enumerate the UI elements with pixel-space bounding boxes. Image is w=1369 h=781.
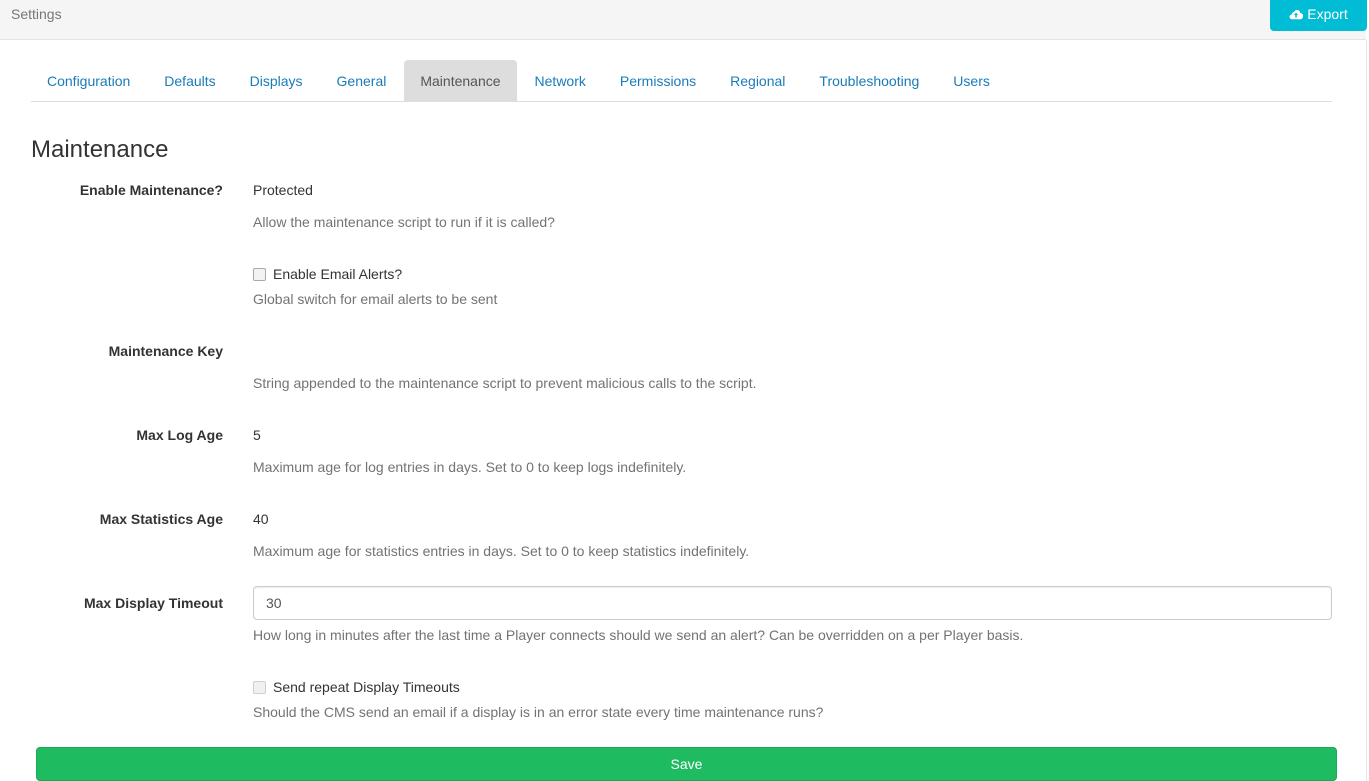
enable-maintenance-value: Protected (253, 182, 313, 198)
enable-maintenance-label: Enable Maintenance? (79, 182, 223, 198)
section-title: Maintenance (31, 136, 169, 163)
email-alerts-checkbox[interactable] (253, 267, 266, 281)
maintenance-key-help: String appended to the maintenance scrip… (253, 375, 757, 391)
max-log-age-label: Max Log Age (136, 427, 223, 443)
cloud-upload-icon (1289, 9, 1304, 19)
max-display-timeout-help: How long in minutes after the last time … (253, 627, 1024, 643)
export-button[interactable]: Export (1270, 0, 1367, 31)
tab-general[interactable]: General (321, 60, 403, 101)
tab-defaults[interactable]: Defaults (148, 60, 231, 101)
max-display-timeout-input[interactable] (253, 586, 1332, 620)
repeat-timeouts-help: Should the CMS send an email if a displa… (253, 704, 824, 720)
tab-permissions[interactable]: Permissions (604, 60, 712, 101)
tab-users[interactable]: Users (937, 60, 1006, 101)
max-log-age-help: Maximum age for log entries in days. Set… (253, 459, 687, 475)
email-alerts-help: Global switch for email alerts to be sen… (253, 291, 498, 307)
tab-regional[interactable]: Regional (714, 60, 801, 101)
tab-configuration[interactable]: Configuration (31, 60, 146, 101)
max-display-timeout-label: Max Display Timeout (83, 595, 223, 611)
repeat-timeouts-row[interactable]: Send repeat Display Timeouts (253, 679, 460, 695)
tab-maintenance[interactable]: Maintenance (404, 60, 517, 101)
tab-displays[interactable]: Displays (234, 60, 319, 101)
top-bar: Settings (0, 0, 1366, 40)
maintenance-key-label: Maintenance Key (108, 343, 223, 359)
page-border (1366, 40, 1367, 781)
max-statistics-age-value: 40 (253, 511, 269, 527)
max-log-age-value: 5 (253, 427, 261, 443)
email-alerts-row[interactable]: Enable Email Alerts? (253, 266, 402, 282)
enable-maintenance-help: Allow the maintenance script to run if i… (253, 214, 555, 230)
save-button[interactable]: Save (36, 747, 1337, 781)
export-button-label: Export (1307, 5, 1348, 22)
repeat-timeouts-label: Send repeat Display Timeouts (273, 679, 460, 695)
max-statistics-age-help: Maximum age for statistics entries in da… (253, 543, 750, 559)
repeat-timeouts-checkbox[interactable] (253, 680, 266, 694)
tab-network[interactable]: Network (519, 60, 602, 101)
page-header-title: Settings (11, 6, 62, 22)
tab-troubleshooting[interactable]: Troubleshooting (803, 60, 935, 101)
email-alerts-label: Enable Email Alerts? (273, 266, 403, 282)
max-statistics-age-label: Max Statistics Age (99, 511, 223, 527)
settings-tabs: Configuration Defaults Displays General … (31, 60, 1332, 102)
